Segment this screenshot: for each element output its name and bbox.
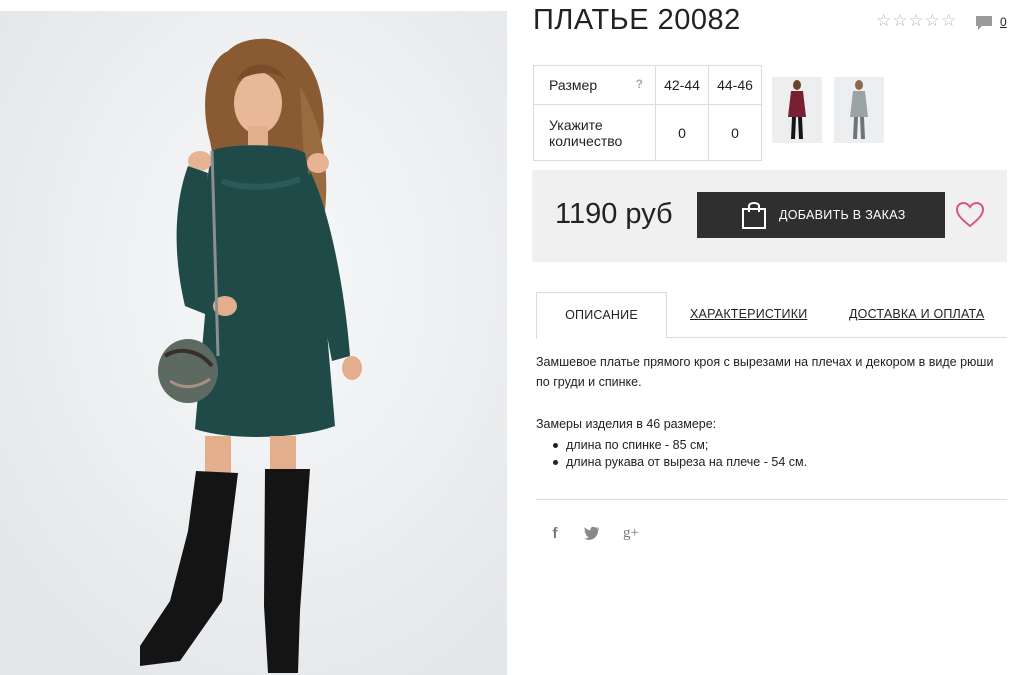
price: 1190 руб: [555, 198, 673, 230]
size-option-44-46[interactable]: 44-46: [708, 65, 762, 105]
measures-list: длина по спинке - 85 см; длина рукава от…: [553, 437, 807, 471]
measures-title: Замеры изделия в 46 размере:: [536, 417, 717, 431]
size-table: Размер ? 42-44 44-46 Укажите количество …: [533, 65, 762, 161]
thumbnail-grey-dress[interactable]: [834, 77, 884, 143]
product-tabs: ОПИСАНИЕ ХАРАКТЕРИСТИКИ ДОСТАВКА И ОПЛАТ…: [536, 292, 1007, 339]
comment-icon[interactable]: [975, 15, 993, 31]
add-to-order-button[interactable]: ДОБАВИТЬ В ЗАКАЗ: [697, 192, 945, 238]
quantity-input-42-44[interactable]: 0: [655, 104, 709, 161]
help-icon[interactable]: ?: [636, 77, 643, 91]
quantity-row: Укажите количество 0 0: [533, 104, 762, 161]
star-icon[interactable]: ☆: [876, 12, 891, 29]
tab-characteristics[interactable]: ХАРАКТЕРИСТИКИ: [690, 292, 807, 337]
thumbnail-burgundy-dress[interactable]: [772, 77, 822, 143]
comments-count-link[interactable]: 0: [1000, 15, 1007, 29]
size-label-cell: Размер ?: [533, 65, 656, 105]
model-illustration: [0, 11, 507, 675]
divider: [536, 499, 1007, 500]
star-icon[interactable]: ☆: [892, 12, 907, 29]
quantity-label: Укажите количество: [533, 104, 656, 161]
list-item: длина по спинке - 85 см;: [553, 437, 807, 454]
star-icon[interactable]: ☆: [941, 12, 956, 29]
star-icon[interactable]: ☆: [909, 12, 924, 29]
list-item: длина рукава от выреза на плече - 54 см.: [553, 454, 807, 471]
thumbnail-image: [772, 77, 822, 143]
twitter-icon[interactable]: [584, 524, 600, 542]
add-to-order-label: ДОБАВИТЬ В ЗАКАЗ: [779, 208, 906, 222]
product-title: ПЛАТЬЕ 20082: [533, 4, 741, 36]
size-row: Размер ? 42-44 44-46: [533, 65, 762, 105]
facebook-icon[interactable]: f: [549, 524, 561, 542]
google-plus-icon[interactable]: g+: [621, 524, 641, 542]
thumbnail-image: [834, 77, 884, 143]
rating-stars[interactable]: ☆ ☆ ☆ ☆ ☆: [876, 12, 956, 29]
tab-description[interactable]: ОПИСАНИЕ: [536, 292, 667, 339]
shopping-bag-icon: [742, 202, 766, 229]
quantity-input-44-46[interactable]: 0: [708, 104, 762, 161]
product-description: Замшевое платье прямого кроя с вырезами …: [536, 355, 994, 389]
product-photo[interactable]: [0, 11, 507, 675]
star-icon[interactable]: ☆: [925, 12, 940, 29]
tab-delivery-payment[interactable]: ДОСТАВКА И ОПЛАТА: [849, 292, 984, 337]
size-label: Размер: [549, 77, 598, 93]
heart-icon[interactable]: [956, 202, 984, 228]
purchase-box: 1190 руб ДОБАВИТЬ В ЗАКАЗ: [532, 170, 1007, 262]
size-option-42-44[interactable]: 42-44: [655, 65, 709, 105]
